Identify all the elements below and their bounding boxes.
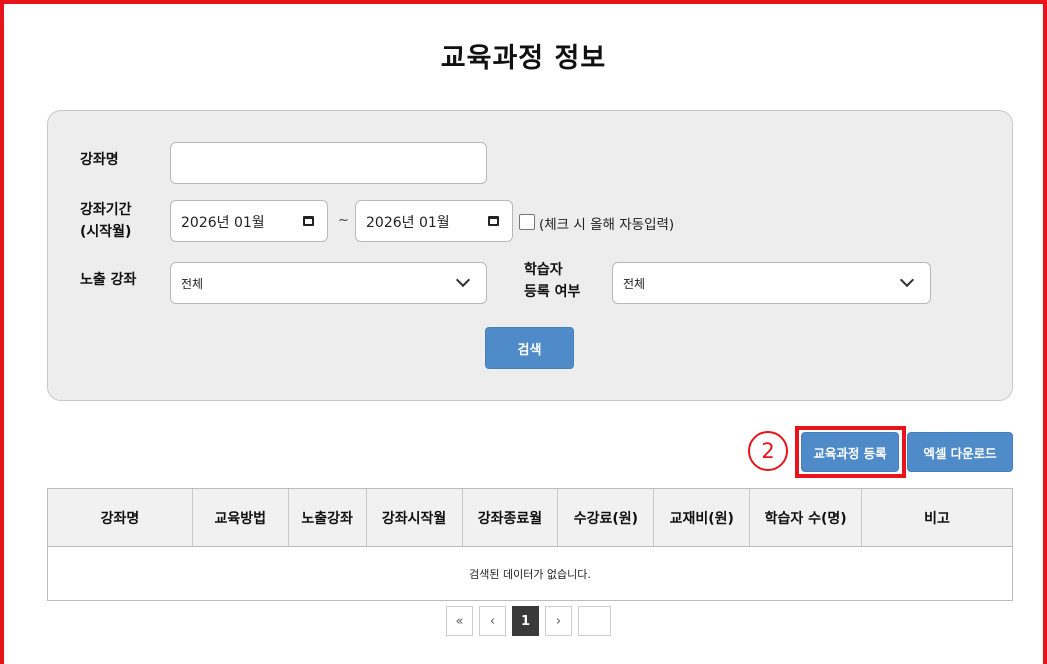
exposure-select-value: 전체 [181,277,204,291]
exposure-label: 노출 강좌 [80,272,137,288]
step-number-badge: 2 [748,431,788,471]
last-page-button[interactable] [578,606,611,636]
table-header-row: 강좌명 교육방법 노출강좌 강좌시작월 강좌종료월 수강료(원) 교재비(원) … [47,488,1013,547]
period-label: 강좌기간 (시작월) [80,199,132,243]
first-page-button[interactable]: « [446,606,473,636]
course-name-label: 강좌명 [80,152,119,168]
search-panel: 강좌명 강좌기간 (시작월) 2026년 01월 ~ 2026년 01월 (체크… [47,110,1013,401]
pagination: « ‹ 1 › [446,606,611,636]
calendar-icon[interactable] [488,216,499,226]
learner-registration-label: 학습자 등록 여부 [524,259,580,303]
column-header: 교재비(원) [653,488,750,547]
page-title: 교육과정 정보 [440,43,607,74]
column-header: 학습자 수(명) [749,488,862,547]
page-button-current[interactable]: 1 [512,606,539,636]
range-separator: ~ [338,213,349,228]
empty-message: 검색된 데이터가 없습니다. [47,546,1013,601]
period-label-line2: (시작월) [80,224,132,240]
column-header: 수강료(원) [557,488,654,547]
column-header: 비고 [861,488,1013,547]
auto-fill-label: (체크 시 올해 자동입력) [539,217,675,233]
excel-download-button[interactable]: 엑셀 다운로드 [907,432,1013,472]
learner-label-line1: 학습자 [524,262,563,278]
next-page-button[interactable]: › [545,606,572,636]
start-month-value: 2026년 01월 [181,215,265,231]
column-header: 강좌시작월 [365,488,463,547]
learner-label-line2: 등록 여부 [524,284,581,300]
period-label-line1: 강좌기간 [80,202,132,218]
chevron-down-icon [455,272,471,288]
table-row: 검색된 데이터가 없습니다. [47,546,1013,601]
column-header: 교육방법 [191,488,289,547]
register-button-highlight [795,426,906,478]
column-header: 노출강좌 [287,488,367,547]
end-month-input[interactable]: 2026년 01월 [355,200,513,242]
end-month-value: 2026년 01월 [366,215,450,231]
prev-page-button[interactable]: ‹ [479,606,506,636]
exposure-select[interactable]: 전체 [170,262,487,304]
column-header: 강좌종료월 [461,488,558,547]
start-month-input[interactable]: 2026년 01월 [170,200,328,242]
learner-registration-select[interactable]: 전체 [612,262,931,304]
calendar-icon[interactable] [303,216,314,226]
chevron-down-icon [899,272,915,288]
search-button[interactable]: 검색 [485,327,574,369]
auto-fill-checkbox[interactable] [519,214,535,230]
learner-select-value: 전체 [623,277,646,291]
column-header: 강좌명 [47,488,193,547]
course-name-input[interactable] [170,142,487,184]
course-table: 강좌명 교육방법 노출강좌 강좌시작월 강좌종료월 수강료(원) 교재비(원) … [47,488,1013,601]
